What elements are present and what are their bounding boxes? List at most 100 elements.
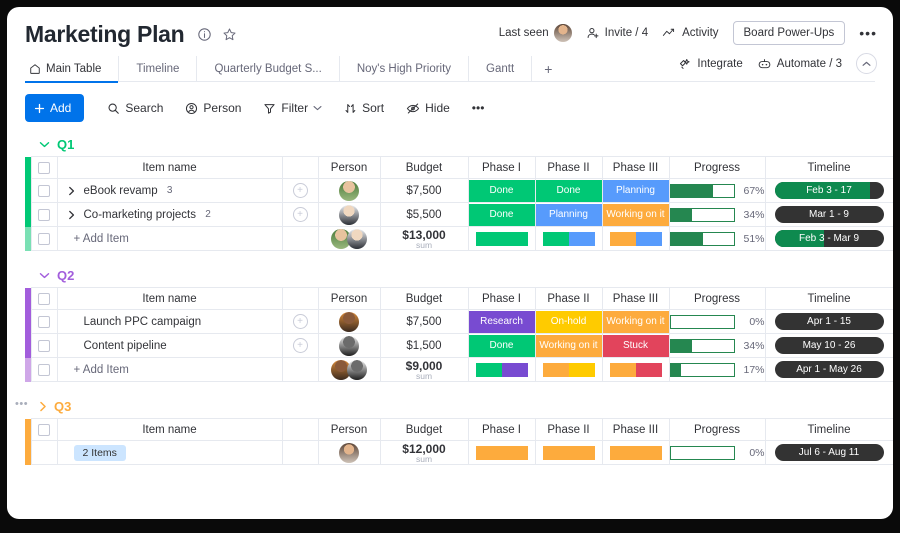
item-name-cell[interactable]: Content pipeline	[56, 333, 283, 358]
column-phase1[interactable]: Phase I	[467, 418, 536, 441]
table-row[interactable]: Co-marketing projects 2 + $5,500 Done Pl…	[25, 202, 893, 227]
add-update-icon[interactable]: +	[292, 338, 308, 353]
column-budget[interactable]: Budget	[379, 156, 469, 179]
select-all-cell[interactable]	[30, 418, 58, 441]
phase2-cell[interactable]: On-hold	[534, 309, 603, 334]
expand-subitems-icon[interactable]	[68, 186, 75, 196]
column-progress[interactable]: Progress	[668, 418, 766, 441]
add-item-row[interactable]: + Add Item $9,000 sum 17% Apr 1 - May 26	[25, 357, 893, 382]
person-cell[interactable]	[317, 202, 381, 227]
column-timeline[interactable]: Timeline	[764, 287, 893, 310]
column-phase3[interactable]: Phase III	[601, 287, 670, 310]
phase3-cell[interactable]: Planning	[601, 178, 670, 203]
hide-button[interactable]: Hide	[397, 95, 459, 121]
table-row[interactable]: eBook revamp 3 + $7,500 Done Done Planni…	[25, 178, 893, 203]
item-name-cell[interactable]: Co-marketing projects 2	[56, 202, 283, 227]
search-button[interactable]: Search	[98, 95, 172, 121]
column-phase2[interactable]: Phase II	[534, 156, 603, 179]
group-title[interactable]: Q2	[57, 268, 74, 283]
progress-cell[interactable]: 34%	[668, 333, 766, 358]
add-button[interactable]: Add	[25, 94, 85, 122]
column-phase2[interactable]: Phase II	[534, 418, 603, 441]
group-drag-handle[interactable]: •••	[15, 398, 28, 410]
invite-button[interactable]: Invite / 4	[586, 26, 648, 40]
progress-cell[interactable]: 34%	[668, 202, 766, 227]
row-checkbox[interactable]	[38, 363, 50, 376]
budget-cell[interactable]: $5,500	[379, 202, 469, 227]
timeline-cell[interactable]: Mar 1 - 9	[764, 202, 893, 227]
tab-main-table[interactable]: Main Table	[25, 56, 120, 83]
column-progress[interactable]: Progress	[668, 287, 766, 310]
row-select-cell[interactable]	[30, 357, 58, 382]
row-select-cell[interactable]	[30, 333, 58, 358]
info-icon[interactable]	[193, 23, 215, 45]
avatar[interactable]	[339, 311, 359, 332]
chevron-down-icon[interactable]	[39, 272, 50, 279]
add-update-cell[interactable]: +	[281, 309, 319, 334]
column-item-name[interactable]: Item name	[56, 156, 283, 179]
column-item-name[interactable]: Item name	[56, 287, 283, 310]
phase1-cell[interactable]: Research	[467, 309, 536, 334]
budget-cell[interactable]: $7,500	[379, 309, 469, 334]
row-select-cell[interactable]	[30, 226, 58, 251]
table-row[interactable]: Launch PPC campaign + $7,500 Research On…	[25, 309, 893, 334]
phase3-cell[interactable]: Working on it	[601, 202, 670, 227]
expand-subitems-icon[interactable]	[68, 210, 75, 220]
add-item-cell[interactable]: + Add Item	[56, 357, 283, 382]
select-all-cell[interactable]	[30, 156, 58, 179]
budget-cell[interactable]: $1,500	[379, 333, 469, 358]
column-budget[interactable]: Budget	[379, 287, 469, 310]
column-timeline[interactable]: Timeline	[764, 156, 893, 179]
phase1-cell[interactable]: Done	[467, 333, 536, 358]
column-item-name[interactable]: Item name	[56, 418, 283, 441]
tab-quarterly-budget[interactable]: Quarterly Budget S...	[197, 56, 340, 82]
phase2-cell[interactable]: Done	[534, 178, 603, 203]
chevron-down-icon[interactable]	[39, 141, 50, 148]
row-checkbox[interactable]	[38, 232, 50, 245]
add-update-icon[interactable]: +	[292, 207, 308, 222]
last-seen[interactable]: Last seen	[499, 24, 572, 42]
column-phase1[interactable]: Phase I	[467, 156, 536, 179]
phase2-cell[interactable]: Working on it	[534, 333, 603, 358]
collapsed-items-cell[interactable]: 2 Items	[56, 440, 283, 465]
person-cell[interactable]	[317, 178, 381, 203]
add-update-icon[interactable]: +	[292, 183, 308, 198]
item-name-cell[interactable]: Launch PPC campaign	[56, 309, 283, 334]
favorite-star-icon[interactable]	[218, 23, 240, 45]
add-update-cell[interactable]: +	[281, 333, 319, 358]
add-item-cell[interactable]: + Add Item	[56, 226, 283, 251]
group-title[interactable]: Q1	[57, 137, 74, 152]
header-more-button[interactable]: •••	[859, 25, 877, 41]
column-person[interactable]: Person	[317, 156, 381, 179]
select-all-checkbox[interactable]	[38, 161, 50, 174]
phase2-cell[interactable]: Planning	[534, 202, 603, 227]
person-filter-button[interactable]: Person	[176, 95, 250, 121]
budget-cell[interactable]: $7,500	[379, 178, 469, 203]
column-person[interactable]: Person	[317, 287, 381, 310]
collapsed-summary-row[interactable]: 2 Items $12,000 sum 0% Jul 6 - Aug 11	[25, 440, 893, 465]
select-all-cell[interactable]	[30, 287, 58, 310]
progress-cell[interactable]: 67%	[668, 178, 766, 203]
filter-button[interactable]: Filter	[254, 95, 331, 121]
activity-button[interactable]: Activity	[662, 26, 719, 40]
row-checkbox[interactable]	[38, 339, 50, 352]
phase3-cell[interactable]: Stuck	[601, 333, 670, 358]
column-phase1[interactable]: Phase I	[467, 287, 536, 310]
row-select-cell[interactable]	[30, 178, 58, 203]
row-select-cell[interactable]	[30, 440, 58, 465]
column-phase2[interactable]: Phase II	[534, 287, 603, 310]
avatar[interactable]	[339, 204, 359, 225]
add-view-button[interactable]: +	[532, 56, 564, 82]
table-row[interactable]: Content pipeline + $1,500 Done Working o…	[25, 333, 893, 358]
group-title[interactable]: Q3	[54, 399, 71, 414]
row-select-cell[interactable]	[30, 309, 58, 334]
timeline-cell[interactable]: Apr 1 - 15	[764, 309, 893, 334]
phase1-cell[interactable]: Done	[467, 202, 536, 227]
select-all-checkbox[interactable]	[38, 292, 50, 305]
person-cell[interactable]	[317, 309, 381, 334]
add-update-icon[interactable]: +	[292, 314, 308, 329]
avatar[interactable]	[339, 335, 359, 356]
toolbar-more-button[interactable]: •••	[463, 95, 494, 121]
phase3-cell[interactable]: Working on it	[601, 309, 670, 334]
column-phase3[interactable]: Phase III	[601, 418, 670, 441]
